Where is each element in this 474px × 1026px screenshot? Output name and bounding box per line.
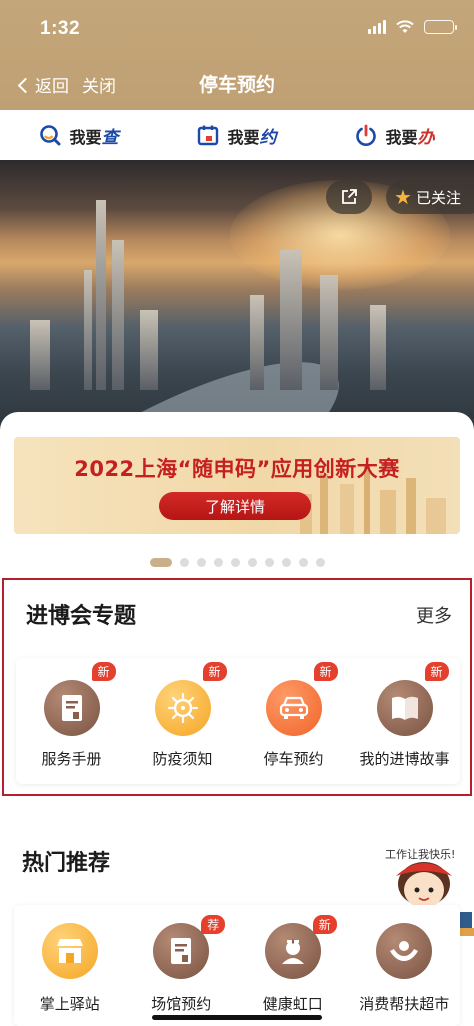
recommend-badge: 荐 bbox=[201, 915, 226, 934]
carousel-dot[interactable] bbox=[247, 558, 257, 567]
cellular-signal-icon bbox=[368, 20, 386, 34]
star-icon: ★ bbox=[394, 185, 412, 209]
virus-icon bbox=[154, 680, 211, 736]
tab-query[interactable]: 我要查 bbox=[0, 110, 158, 160]
item-label: 停车预约 bbox=[263, 750, 324, 768]
hands-icon bbox=[376, 923, 433, 979]
status-bar: 1:32 bbox=[0, 0, 474, 56]
expo-item-epidemic-notice[interactable]: 防疫须知 新 bbox=[127, 658, 238, 784]
carousel-dot[interactable] bbox=[315, 558, 325, 567]
item-label: 健康虹口 bbox=[262, 995, 323, 1013]
expo-more-link[interactable]: 更多 bbox=[416, 602, 452, 628]
nav-bar: 返回 关闭 停车预约 bbox=[0, 56, 474, 110]
status-icons bbox=[368, 20, 457, 34]
wifi-icon bbox=[396, 20, 414, 33]
share-icon bbox=[342, 189, 357, 204]
carousel-dot[interactable] bbox=[149, 558, 172, 567]
tab-appointment[interactable]: 我要约 bbox=[158, 110, 316, 160]
hot-item-consumer-aid-market[interactable]: 消费帮扶超市 bbox=[349, 905, 461, 1026]
skyscraper bbox=[140, 310, 158, 390]
new-badge: 新 bbox=[424, 662, 449, 681]
hot-item-health-hongkou[interactable]: 健康虹口 新 bbox=[237, 905, 349, 1026]
carousel-indicator bbox=[0, 558, 474, 567]
top-bar: 1:32 返回 关闭 停车预约 bbox=[0, 0, 474, 110]
item-label: 掌上驿站 bbox=[39, 995, 100, 1013]
tab-query-label: 我要查 bbox=[69, 127, 119, 148]
promo-title: 2022上海“随申码”应用创新大赛 bbox=[74, 457, 400, 481]
carousel-dot[interactable] bbox=[264, 558, 274, 567]
follow-label: 已关注 bbox=[415, 188, 461, 207]
expo-item-my-expo-story[interactable]: 我的进博故事 新 bbox=[349, 658, 460, 784]
status-time: 1:32 bbox=[40, 18, 81, 39]
item-label: 我的进博故事 bbox=[359, 750, 450, 768]
carousel-dot[interactable] bbox=[298, 558, 308, 567]
skyscraper bbox=[370, 305, 386, 390]
tab-handle-label: 我要办 bbox=[385, 127, 435, 148]
skyscraper bbox=[112, 240, 124, 390]
hot-section-title: 热门推荐 bbox=[22, 851, 111, 876]
share-button[interactable] bbox=[326, 180, 372, 214]
new-badge: 新 bbox=[313, 662, 338, 681]
learn-more-button[interactable]: 了解详情 bbox=[159, 492, 311, 520]
calendar-icon bbox=[198, 125, 219, 146]
page-title: 停车预约 bbox=[198, 74, 275, 96]
expo-item-service-handbook[interactable]: 服务手册 新 bbox=[16, 658, 127, 784]
home-indicator[interactable] bbox=[152, 1015, 322, 1020]
item-label: 场馆预约 bbox=[151, 995, 212, 1013]
carousel-dot[interactable] bbox=[230, 558, 240, 567]
carousel-dot[interactable] bbox=[179, 558, 189, 567]
new-badge: 新 bbox=[91, 662, 116, 681]
expo-item-parking-reservation[interactable]: 停车预约 新 bbox=[238, 658, 349, 784]
skyscraper bbox=[280, 250, 302, 390]
skyscraper bbox=[30, 320, 50, 390]
skyscraper bbox=[96, 200, 106, 390]
handbook-icon bbox=[43, 680, 100, 736]
hot-grid: 掌上驿站 场馆预约 荐 健康虹口 新 消费帮扶超市 bbox=[14, 905, 460, 1026]
expo-section-title: 进博会专题 bbox=[26, 604, 137, 629]
tab-appointment-label: 我要约 bbox=[227, 127, 277, 148]
car-icon bbox=[265, 680, 322, 736]
item-label: 服务手册 bbox=[41, 750, 102, 768]
power-stamp-icon bbox=[356, 124, 377, 146]
battery-icon bbox=[424, 20, 457, 34]
service-tabs: 我要查 我要约 我要办 bbox=[0, 110, 474, 160]
carousel-dot[interactable] bbox=[196, 558, 206, 567]
item-label: 消费帮扶超市 bbox=[359, 995, 450, 1013]
item-label: 防疫须知 bbox=[152, 750, 213, 768]
skyscraper bbox=[84, 270, 92, 390]
skyscraper bbox=[320, 275, 338, 390]
skyscraper bbox=[250, 295, 264, 390]
expo-grid: 服务手册 新 防疫须知 新 停车预约 新 我的进博故事 新 bbox=[16, 658, 460, 784]
tab-handle[interactable]: 我要办 bbox=[316, 110, 474, 160]
book-icon bbox=[376, 680, 433, 736]
hot-item-palm-station[interactable]: 掌上驿站 bbox=[14, 905, 126, 1026]
search-magnifier-icon bbox=[40, 125, 61, 146]
carousel-dot[interactable] bbox=[281, 558, 291, 567]
hot-item-venue-booking[interactable]: 场馆预约 荐 bbox=[126, 905, 238, 1026]
shop-icon bbox=[41, 923, 98, 979]
new-badge: 新 bbox=[202, 662, 227, 681]
follow-button[interactable]: ★ 已关注 bbox=[386, 180, 474, 214]
carousel-dot[interactable] bbox=[213, 558, 223, 567]
new-badge: 新 bbox=[312, 915, 337, 934]
city-banner-image[interactable]: ★ 已关注 bbox=[0, 160, 474, 430]
expo-section: 进博会专题 更多 服务手册 新 防疫须知 新 停车预约 新 我的进博故事 新 bbox=[2, 578, 472, 796]
